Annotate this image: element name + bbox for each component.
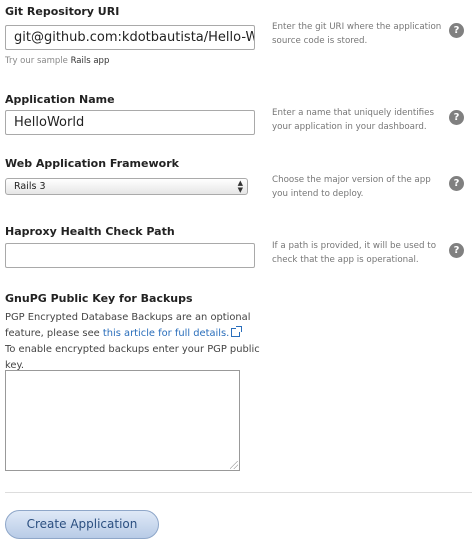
git-uri-label: Git Repository URI <box>5 5 120 18</box>
framework-select[interactable]: Rails 3 ▲ ▼ <box>5 178 248 195</box>
haproxy-help: If a path is provided, it will be used t… <box>272 241 437 265</box>
haproxy-label: Haproxy Health Check Path <box>5 225 175 238</box>
gpg-text-instructions: To enable encrypted backups enter your P… <box>5 344 260 371</box>
framework-selected-value: Rails 3 <box>14 181 46 192</box>
gpg-article-link[interactable]: this article for full details. <box>102 326 243 339</box>
rails-sample-link[interactable]: Rails app <box>71 56 110 66</box>
gpg-article-link-text: this article for full details. <box>102 328 230 339</box>
sample-hint: Try our sample Rails app <box>5 56 109 66</box>
create-application-form: Git Repository URI git@github.com:kdotba… <box>0 0 474 551</box>
app-name-label: Application Name <box>5 93 115 106</box>
framework-help: Choose the major version of the app you … <box>272 175 431 199</box>
help-icon[interactable]: ? <box>449 110 464 125</box>
gpg-key-textarea[interactable] <box>5 370 240 471</box>
sample-hint-text: Try our sample <box>5 56 71 66</box>
form-divider <box>5 492 472 493</box>
framework-label: Web Application Framework <box>5 157 179 170</box>
gpg-label: GnuPG Public Key for Backups <box>5 292 193 305</box>
git-uri-input[interactable]: git@github.com:kdotbautista/Hello-W <box>5 25 255 50</box>
haproxy-path-input[interactable] <box>5 243 255 268</box>
app-name-input[interactable]: HelloWorld <box>5 110 255 135</box>
help-icon[interactable]: ? <box>449 176 464 191</box>
create-application-button[interactable]: Create Application <box>5 510 159 539</box>
resize-handle-icon[interactable] <box>230 461 238 469</box>
git-uri-help: Enter the git URI where the application … <box>272 22 442 46</box>
app-name-help: Enter a name that uniquely identifies yo… <box>272 108 435 132</box>
select-arrows-icon: ▲ ▼ <box>237 179 243 194</box>
external-link-icon <box>231 326 243 337</box>
help-icon[interactable]: ? <box>449 243 464 258</box>
gpg-description: PGP Encrypted Database Backups are an op… <box>5 310 260 374</box>
help-icon[interactable]: ? <box>449 23 464 38</box>
